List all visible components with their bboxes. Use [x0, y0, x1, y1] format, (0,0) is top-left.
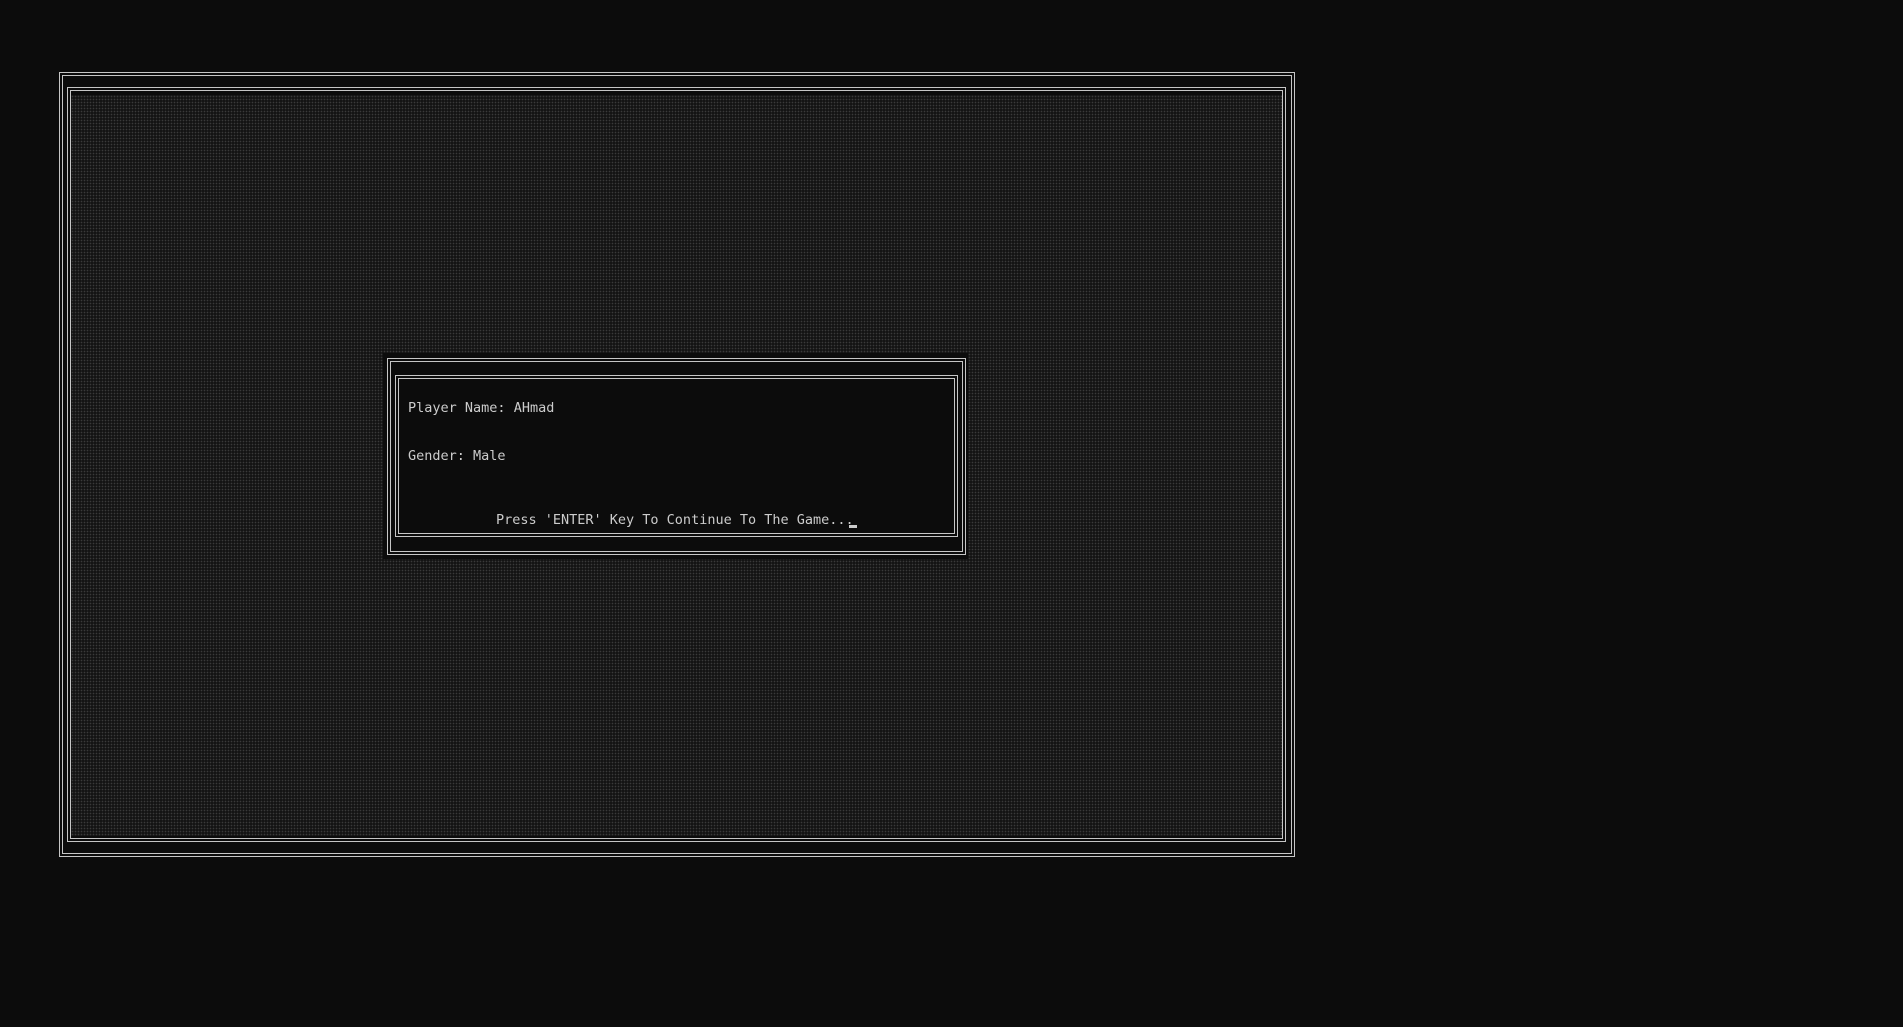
gender-label: Gender:: [408, 448, 465, 464]
text-cursor-icon: [849, 525, 857, 528]
gender-line: Gender: Male: [408, 448, 506, 464]
player-name-line: Player Name: AHmad: [408, 400, 554, 416]
player-name-value: AHmad: [513, 400, 555, 416]
gender-value: Male: [473, 448, 506, 464]
continue-prompt: Press 'ENTER' Key To Continue To The Gam…: [496, 512, 854, 528]
player-name-label: Player Name:: [408, 400, 506, 416]
